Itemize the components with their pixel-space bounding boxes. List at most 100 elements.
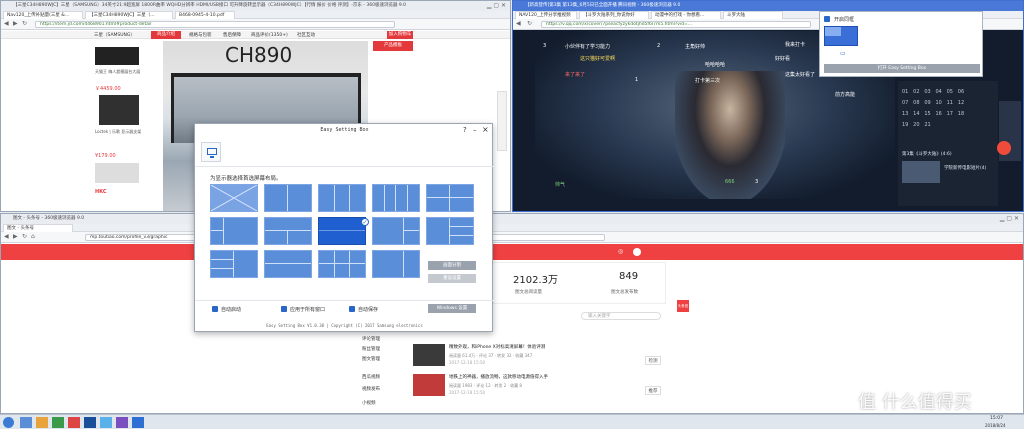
- apply-all-checkbox[interactable]: [281, 306, 287, 312]
- layout-top-bottom[interactable]: [264, 217, 312, 245]
- side-item-text[interactable]: 天猫王 嗨人超模展台大展: [95, 69, 145, 75]
- tab-pdf[interactable]: B468-0945-4-10.pdf: [175, 11, 235, 19]
- ep-09[interactable]: 09: [924, 100, 930, 106]
- article-row[interactable]: 地铁上的神器，播放流畅，这款移动电源值得入手 阅读量 1983 · 评论 12 …: [413, 374, 663, 402]
- address-bar[interactable]: https://item.jd.com/4468901.html#product…: [35, 21, 395, 28]
- jd-float-tools[interactable]: [497, 91, 507, 151]
- official-badge[interactable]: 头条官方: [677, 300, 689, 320]
- like-count-0[interactable]: 3: [543, 43, 546, 49]
- like-count-1[interactable]: 2: [657, 43, 660, 49]
- ep-11[interactable]: 11: [947, 100, 953, 106]
- start-button[interactable]: [3, 417, 14, 428]
- ep-01[interactable]: 01: [902, 89, 908, 95]
- add-to-cart-button[interactable]: 加入购物车: [387, 31, 413, 39]
- layout-left-narrow[interactable]: [210, 217, 258, 245]
- layout-right-split[interactable]: [372, 217, 420, 245]
- window-controls[interactable]: ▁ ▢ ✕: [487, 2, 506, 10]
- tab-nav120[interactable]: Nav120_上传补贴量(三星 &...: [3, 11, 83, 19]
- article-title[interactable]: 地铁上的神器，播放流畅，这款移动电源值得入手: [449, 374, 548, 380]
- clock-date[interactable]: 2018/8/24: [985, 423, 1006, 428]
- enable-checkbox[interactable]: [824, 16, 830, 22]
- help-button[interactable]: ?: [463, 126, 467, 134]
- red-badge[interactable]: [997, 141, 1011, 155]
- layout-left-stack[interactable]: [210, 250, 258, 278]
- stand-thumb[interactable]: [99, 95, 139, 125]
- jd-nav-tab-1[interactable]: 规格与包装: [189, 32, 212, 38]
- ep-20[interactable]: 20: [913, 122, 919, 128]
- layout-split-3-vertical[interactable]: [318, 184, 366, 212]
- article-action-1[interactable]: 推荐: [645, 386, 661, 395]
- refresh-icon[interactable]: ↻: [22, 233, 27, 241]
- ep-15[interactable]: 15: [924, 111, 930, 117]
- ep-21[interactable]: 21: [924, 122, 930, 128]
- window-controls[interactable]: ▁ ▢ ✕: [1000, 215, 1019, 223]
- layout-top-wide[interactable]: [264, 250, 312, 278]
- clock-time[interactable]: 15:07: [990, 416, 1003, 421]
- ep-04[interactable]: 04: [935, 89, 941, 95]
- ep-02[interactable]: 02: [913, 89, 919, 95]
- ep-07[interactable]: 07: [902, 100, 908, 106]
- tab-qq-1[interactable]: 【斗罗大陆系列_你说你好: [579, 11, 649, 19]
- forward-icon[interactable]: ▶: [13, 233, 18, 241]
- close-button[interactable]: ×: [482, 125, 489, 134]
- jd-nav-tab-3[interactable]: 商品评价(1350+): [251, 32, 288, 38]
- ep-14[interactable]: 14: [913, 111, 919, 117]
- bell-icon[interactable]: ◎: [618, 248, 623, 256]
- tab-qq-3[interactable]: 斗罗大陆: [723, 11, 783, 19]
- home-icon[interactable]: ⌂: [31, 233, 35, 241]
- ep-19[interactable]: 19: [902, 122, 908, 128]
- address-bar[interactable]: https://v.qq.com/x/cover/7pseacfyzykdotj…: [541, 21, 811, 28]
- search-input[interactable]: 输入关键字: [581, 312, 661, 320]
- reset-button[interactable]: 重设设置: [428, 274, 476, 283]
- jd-nav-tab-0[interactable]: 商品介绍: [151, 31, 181, 39]
- ep-08[interactable]: 08: [913, 100, 919, 106]
- taskbar-app-4[interactable]: [68, 417, 80, 428]
- tab-jd-product[interactable]: 【三星C34H890WJC】三星（...: [85, 11, 173, 19]
- layout-selected[interactable]: [318, 217, 366, 245]
- tab-qq-2[interactable]: 动漫中的打戏 - 你想看...: [651, 11, 721, 19]
- layout-six[interactable]: [318, 250, 366, 278]
- auto-start-checkbox[interactable]: [212, 306, 218, 312]
- taskbar-app-5[interactable]: [84, 417, 96, 428]
- tab-toutiao[interactable]: 图文 - 头条号: [3, 224, 73, 232]
- jd-nav-tab-2[interactable]: 售后保障: [223, 32, 241, 38]
- taskbar-app-6[interactable]: [100, 417, 112, 428]
- ep-10[interactable]: 10: [935, 100, 941, 106]
- layout-three-right[interactable]: [426, 217, 474, 245]
- auto-save-checkbox[interactable]: [349, 306, 355, 312]
- refresh-icon[interactable]: ↻: [22, 20, 27, 28]
- menu-video-publish[interactable]: 视频发布: [362, 386, 380, 392]
- ep-16[interactable]: 16: [935, 111, 941, 117]
- article-row[interactable]: 精致外观，和iPhone X对标高清屏幕！体验评测 阅读量 61.4万 · 评论…: [413, 344, 663, 372]
- ep-17[interactable]: 17: [947, 111, 953, 117]
- thumb-3[interactable]: [95, 163, 139, 183]
- menu-fans[interactable]: 粉丝管理: [362, 346, 380, 352]
- layout-split-2-vertical[interactable]: [264, 184, 312, 212]
- monitor-thumb[interactable]: [95, 47, 139, 65]
- back-icon[interactable]: ◀: [516, 20, 521, 28]
- user-avatar[interactable]: [633, 248, 641, 256]
- side-thumb[interactable]: [902, 161, 940, 183]
- menu-comments[interactable]: 评论管理: [362, 336, 380, 342]
- menu-graphic[interactable]: 图文管理: [362, 356, 380, 362]
- side-item-text-2[interactable]: Loctek | 乐歌 显示器支架: [95, 129, 145, 135]
- ep-06[interactable]: 06: [958, 89, 964, 95]
- layout-cross[interactable]: [210, 184, 258, 212]
- menu-short-video[interactable]: 小视频: [362, 400, 376, 406]
- ep-05[interactable]: 05: [947, 89, 953, 95]
- taskbar-app-2[interactable]: [36, 417, 48, 428]
- minimize-button[interactable]: –: [473, 126, 477, 134]
- back-icon[interactable]: ◀: [4, 233, 9, 241]
- menu-xigua[interactable]: 西瓜视频: [362, 374, 380, 380]
- jd-nav-tab-4[interactable]: 社区互动: [297, 32, 315, 38]
- side-text-0[interactable]: 第3集《斗罗大陆》(4:6): [902, 151, 952, 157]
- like-count-2[interactable]: 1: [635, 77, 638, 83]
- ep-13[interactable]: 13: [902, 111, 908, 117]
- forward-icon[interactable]: ▶: [13, 20, 18, 28]
- taskbar-app-8[interactable]: [132, 417, 144, 428]
- layout-left-big[interactable]: [372, 250, 420, 278]
- ep-03[interactable]: 03: [924, 89, 930, 95]
- layout-split-4-vertical[interactable]: [372, 184, 420, 212]
- tab-qq-0[interactable]: NAV120_上传分享推视频: [515, 11, 577, 19]
- back-icon[interactable]: ◀: [4, 20, 9, 28]
